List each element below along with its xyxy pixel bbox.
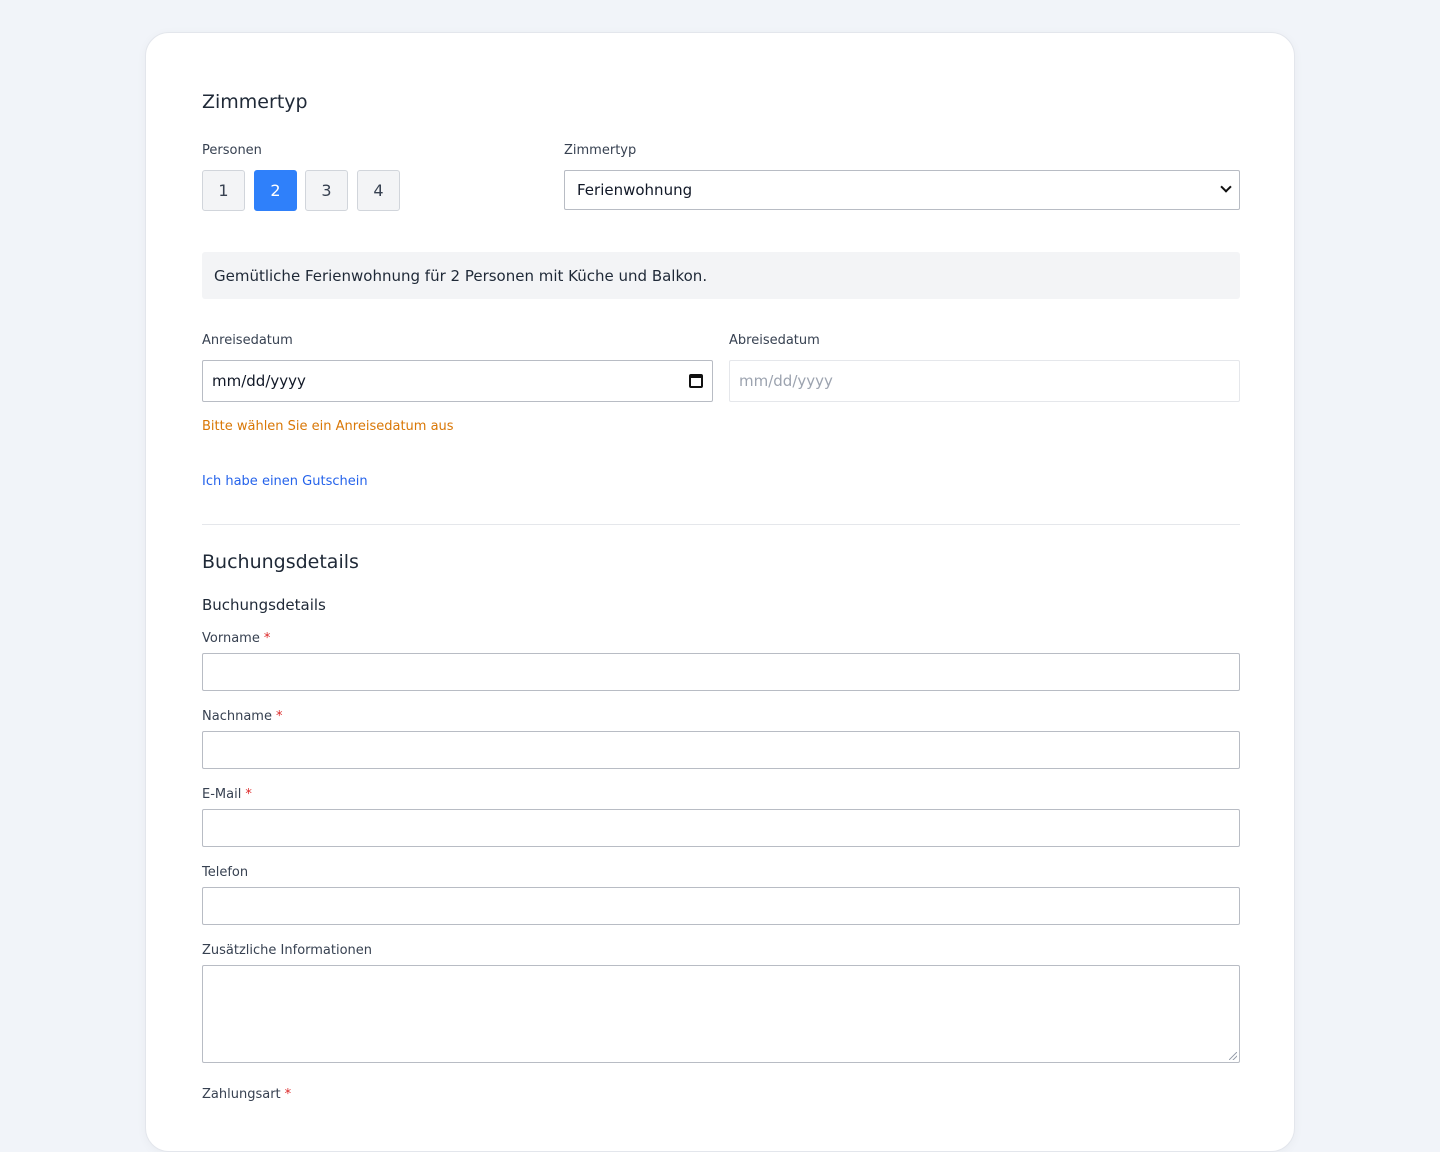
phone-label: Telefon (202, 865, 249, 880)
section-title-room: Zimmertyp (202, 91, 308, 113)
room-description: Gemütliche Ferienwohnung für 2 Personen … (202, 252, 1240, 299)
required-marker: * (275, 709, 283, 724)
additional-info-textarea[interactable] (202, 965, 1240, 1063)
firstname-field[interactable] (202, 653, 1240, 691)
persons-option-2[interactable]: 2 (254, 170, 297, 211)
voucher-link[interactable]: Ich habe einen Gutschein (202, 474, 368, 489)
calendar-icon[interactable] (689, 374, 703, 388)
departure-label: Abreisedatum (729, 333, 820, 348)
additional-info-label: Zusätzliche Informationen (202, 943, 373, 958)
roomtype-selected-value: Ferienwohnung (577, 181, 693, 199)
divider (202, 524, 1240, 525)
room-description-text: Gemütliche Ferienwohnung für 2 Personen … (214, 266, 708, 285)
email-label-text: E-Mail (202, 787, 242, 802)
departure-date-placeholder: mm/dd/yyyy (739, 372, 833, 390)
firstname-label-text: Vorname (202, 631, 260, 646)
section-title-booking: Buchungsdetails (202, 551, 359, 573)
arrival-date-input[interactable]: mm/dd/yyyy (202, 360, 713, 402)
required-marker: * (245, 787, 252, 802)
roomtype-select[interactable]: Ferienwohnung (564, 170, 1240, 210)
email-label: E-Mail * (202, 787, 252, 802)
persons-option-1[interactable]: 1 (202, 170, 245, 211)
chevron-down-icon (1220, 181, 1232, 193)
arrival-date-placeholder: mm/dd/yyyy (212, 372, 306, 390)
persons-label: Personen (202, 143, 262, 158)
phone-field[interactable] (202, 887, 1240, 925)
arrival-warning: Bitte wählen Sie ein Anreisedatum aus (202, 419, 454, 434)
persons-option-4[interactable]: 4 (357, 170, 400, 211)
persons-option-3[interactable]: 3 (305, 170, 348, 211)
arrival-label: Anreisedatum (202, 333, 293, 348)
lastname-label-text: Nachname (202, 709, 272, 724)
email-field[interactable] (202, 809, 1240, 847)
departure-date-input[interactable]: mm/dd/yyyy (729, 360, 1240, 402)
booking-subtitle: Buchungsdetails (202, 596, 326, 614)
booking-form-card: Zimmertyp Personen 1 2 3 4 Zimmertyp Fer… (145, 32, 1295, 1152)
roomtype-label: Zimmertyp (564, 143, 637, 158)
resize-handle-icon[interactable] (1229, 1052, 1237, 1060)
lastname-label: Nachname * (202, 709, 282, 724)
lastname-field[interactable] (202, 731, 1240, 769)
required-marker: * (263, 631, 271, 646)
firstname-label: Vorname * (202, 631, 270, 646)
